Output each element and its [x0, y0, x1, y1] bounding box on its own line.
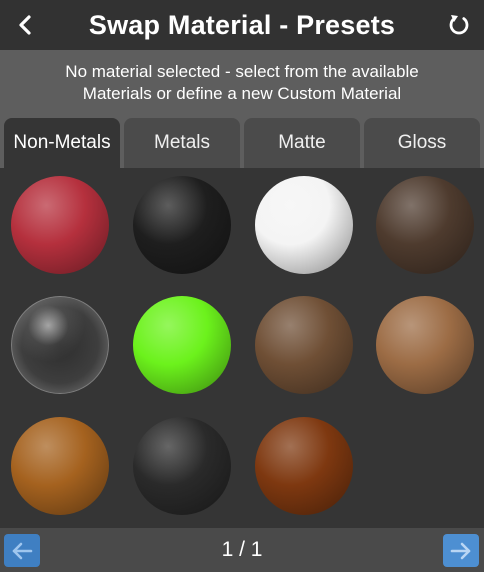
material-swatch-black[interactable] [133, 176, 231, 274]
tab-matte[interactable]: Matte [244, 118, 360, 168]
tab-non-metals[interactable]: Non-Metals [4, 118, 120, 168]
pagination-bar: 1 / 1 [0, 528, 484, 572]
material-swatch-red[interactable] [11, 176, 109, 274]
tab-metals[interactable]: Metals [124, 118, 240, 168]
arrow-right-icon [450, 542, 471, 559]
previous-page-button[interactable] [4, 534, 40, 567]
swap-material-panel: Swap Material - Presets No material sele… [0, 0, 484, 572]
chevron-left-icon [19, 15, 31, 35]
next-page-button[interactable] [443, 534, 479, 567]
tab-gloss[interactable]: Gloss [364, 118, 480, 168]
back-button[interactable] [8, 8, 42, 42]
arrow-left-icon [12, 542, 33, 559]
material-swatch-tan[interactable] [376, 296, 474, 394]
header-bar: Swap Material - Presets [0, 0, 484, 50]
material-swatch-lime-green[interactable] [133, 296, 231, 394]
material-swatch-brown[interactable] [255, 296, 353, 394]
status-message-line-2: Materials or define a new Custom Materia… [82, 84, 402, 103]
material-swatch-dark-brown[interactable] [376, 176, 474, 274]
material-swatch-orange-brown[interactable] [11, 417, 109, 515]
material-swatch-white[interactable] [255, 176, 353, 274]
status-message: No material selected - select from the a… [0, 50, 484, 116]
status-message-line-1: No material selected - select from the a… [65, 62, 419, 81]
material-swatch-rust-brown[interactable] [255, 417, 353, 515]
page-title: Swap Material - Presets [88, 9, 396, 40]
material-swatch-charcoal[interactable] [133, 417, 231, 515]
material-grid [0, 168, 484, 528]
reset-button[interactable] [442, 8, 476, 42]
reset-rotate-icon [449, 15, 469, 35]
category-tabs: Non-Metals Metals Matte Gloss [0, 116, 484, 168]
material-swatch-glass[interactable] [11, 296, 109, 394]
page-indicator: 1 / 1 [221, 538, 263, 561]
